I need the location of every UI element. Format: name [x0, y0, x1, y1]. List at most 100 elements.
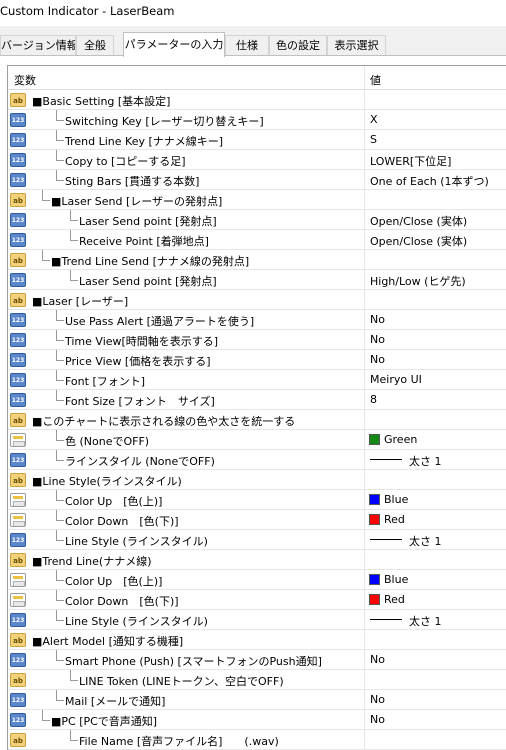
parameter-name-cell[interactable]: 123 Use Pass Alert [通過アラートを使う] [8, 310, 365, 330]
parameter-value-cell[interactable] [365, 190, 506, 210]
parameter-name-cell[interactable]: 123 ■PC [PCで音声通知] [8, 710, 365, 730]
parameter-row[interactable]: 123 Font [フォント] Meiryo UI [8, 370, 506, 390]
parameter-value-cell[interactable] [365, 90, 506, 110]
parameter-name-cell[interactable]: ab ■Laser [レーザー] [8, 290, 365, 310]
parameter-value-cell[interactable]: No [365, 650, 506, 670]
parameter-row[interactable]: 123 Switching Key [レーザー切り替えキー] X [8, 110, 506, 130]
tab-color-settings[interactable]: 色の設定 [269, 35, 327, 56]
parameter-value-cell[interactable]: Red [365, 590, 506, 610]
parameter-row[interactable]: 123 Laser Send point [発射点] Open/Close (実体) [8, 210, 506, 230]
parameter-name-cell[interactable]: 123 Sting Bars [貫通する本数] [8, 170, 365, 190]
parameter-value-cell[interactable]: Blue [365, 570, 506, 590]
parameter-name-cell[interactable]: 123 Mail [メールで通知] [8, 690, 365, 710]
parameter-name-cell[interactable]: 123 Smart Phone (Push) [スマートフォンのPush通知] [8, 650, 365, 670]
parameter-name-cell[interactable]: Color Up [色(上)] [8, 570, 365, 590]
color-swatch[interactable] [369, 594, 380, 605]
parameter-row[interactable]: ab ■Laser [レーザー] [8, 290, 506, 310]
parameter-row[interactable]: ab ■Basic Setting [基本設定] [8, 90, 506, 110]
parameter-value-cell[interactable]: No [365, 310, 506, 330]
tab-input-parameters[interactable]: パラメーターの入力 [123, 32, 225, 57]
parameter-name-cell[interactable]: ab File Name [音声ファイル名] (.wav) [8, 730, 365, 750]
parameter-row[interactable]: Color Up [色(上)] Blue [8, 490, 506, 510]
parameter-row[interactable]: 123 Laser Send point [発射点] High/Low (ヒゲ先) [8, 270, 506, 290]
parameter-name-cell[interactable]: ab ■Trend Line(ナナメ線) [8, 550, 365, 570]
parameter-name-cell[interactable]: 123 Receive Point [着弾地点] [8, 230, 365, 250]
parameter-name-cell[interactable]: 123 Line Style (ラインスタイル) [8, 530, 365, 550]
parameter-row[interactable]: 123 Mail [メールで通知] No [8, 690, 506, 710]
parameter-value-cell[interactable]: 太さ 1 [365, 530, 506, 550]
parameter-value-cell[interactable] [365, 410, 506, 430]
parameter-value-cell[interactable] [365, 250, 506, 270]
parameter-value-cell[interactable]: High/Low (ヒゲ先) [365, 270, 506, 290]
parameter-row[interactable]: 123 Line Style (ラインスタイル) 太さ 1 [8, 610, 506, 630]
parameter-value-cell[interactable]: X [365, 110, 506, 130]
parameter-row[interactable]: Color Down [色(下)] Red [8, 510, 506, 530]
parameter-name-cell[interactable]: ab ■Trend Line Send [ナナメ線の発射点] [8, 250, 365, 270]
parameter-value-cell[interactable] [365, 470, 506, 490]
parameter-value-cell[interactable]: No [365, 710, 506, 730]
parameter-value-cell[interactable] [365, 550, 506, 570]
parameter-row[interactable]: Color Down [色(下)] Red [8, 590, 506, 610]
parameter-row[interactable]: 123 Line Style (ラインスタイル) 太さ 1 [8, 530, 506, 550]
parameter-row[interactable]: 色 (NoneでOFF) Green [8, 430, 506, 450]
tab-general[interactable]: 全般 [76, 35, 114, 56]
parameter-row[interactable]: 123 ラインスタイル (NoneでOFF) 太さ 1 [8, 450, 506, 470]
color-swatch[interactable] [369, 434, 380, 445]
parameter-row[interactable]: 123 Price View [価格を表示する] No [8, 350, 506, 370]
parameter-row[interactable]: ab ■Laser Send [レーザーの発射点] [8, 190, 506, 210]
parameter-value-cell[interactable]: Red [365, 510, 506, 530]
parameter-value-cell[interactable]: No [365, 690, 506, 710]
parameter-row[interactable]: ab ■このチャートに表示される線の色や太さを統一する [8, 410, 506, 430]
tab-specification[interactable]: 仕様 [225, 35, 269, 56]
parameter-value-cell[interactable]: Open/Close (実体) [365, 210, 506, 230]
parameter-row[interactable]: 123 Time View[時間軸を表示する] No [8, 330, 506, 350]
parameter-name-cell[interactable]: 123 Font [フォント] [8, 370, 365, 390]
parameter-name-cell[interactable]: ab ■Alert Model [通知する機種] [8, 630, 365, 650]
parameter-name-cell[interactable]: ab ■このチャートに表示される線の色や太さを統一する [8, 410, 365, 430]
parameter-name-cell[interactable]: 123 Laser Send point [発射点] [8, 270, 365, 290]
parameter-row[interactable]: Color Up [色(上)] Blue [8, 570, 506, 590]
parameter-row[interactable]: ab ■Trend Line(ナナメ線) [8, 550, 506, 570]
parameter-row[interactable]: 123 Font Size [フォント サイズ] 8 [8, 390, 506, 410]
parameter-row[interactable]: 123 Sting Bars [貫通する本数] One of Each (1本ずつ) [8, 170, 506, 190]
parameter-value-cell[interactable] [365, 290, 506, 310]
parameter-row[interactable]: ab ■Line Style(ラインスタイル) [8, 470, 506, 490]
parameter-value-cell[interactable]: Blue [365, 490, 506, 510]
parameter-row[interactable]: 123 Use Pass Alert [通過アラートを使う] No [8, 310, 506, 330]
parameter-row[interactable]: ab ■Trend Line Send [ナナメ線の発射点] [8, 250, 506, 270]
parameter-row[interactable]: 123 Receive Point [着弾地点] Open/Close (実体) [8, 230, 506, 250]
parameter-value-cell[interactable]: 8 [365, 390, 506, 410]
tab-version-info[interactable]: バージョン情報 [0, 35, 76, 56]
parameter-name-cell[interactable]: Color Down [色(下)] [8, 510, 365, 530]
parameter-name-cell[interactable]: ab ■Line Style(ラインスタイル) [8, 470, 365, 490]
parameter-row[interactable]: 123 ■PC [PCで音声通知] No [8, 710, 506, 730]
parameter-value-cell[interactable]: 太さ 1 [365, 450, 506, 470]
parameter-value-cell[interactable]: S [365, 130, 506, 150]
parameter-value-cell[interactable]: No [365, 350, 506, 370]
parameter-name-cell[interactable]: ab ■Laser Send [レーザーの発射点] [8, 190, 365, 210]
parameter-row[interactable]: 123 Trend Line Key [ナナメ線キー] S [8, 130, 506, 150]
column-header-value[interactable]: 値 [365, 66, 506, 90]
parameter-value-cell[interactable]: 太さ 1 [365, 610, 506, 630]
parameter-name-cell[interactable]: 123 Copy to [コピーする足] [8, 150, 365, 170]
parameter-value-cell[interactable] [365, 730, 506, 750]
parameter-value-cell[interactable]: Green [365, 430, 506, 450]
parameter-row[interactable]: ab File Name [音声ファイル名] (.wav) [8, 730, 506, 750]
parameter-value-cell[interactable] [365, 630, 506, 650]
parameter-name-cell[interactable]: 123 Laser Send point [発射点] [8, 210, 365, 230]
parameter-row[interactable]: 123 Smart Phone (Push) [スマートフォンのPush通知] No [8, 650, 506, 670]
parameter-name-cell[interactable]: ab ■Basic Setting [基本設定] [8, 90, 365, 110]
parameter-value-cell[interactable]: No [365, 330, 506, 350]
color-swatch[interactable] [369, 574, 380, 585]
color-swatch[interactable] [369, 494, 380, 505]
parameter-row[interactable]: 123 Copy to [コピーする足] LOWER[下位足] [8, 150, 506, 170]
parameter-name-cell[interactable]: 123 Price View [価格を表示する] [8, 350, 365, 370]
parameter-row[interactable]: ab ■Alert Model [通知する機種] [8, 630, 506, 650]
parameter-name-cell[interactable]: 123 Time View[時間軸を表示する] [8, 330, 365, 350]
tab-display-selection[interactable]: 表示選択 [327, 35, 386, 56]
color-swatch[interactable] [369, 514, 380, 525]
column-header-variable[interactable]: 変数 [8, 66, 365, 90]
parameter-name-cell[interactable]: Color Down [色(下)] [8, 590, 365, 610]
parameter-value-cell[interactable]: Open/Close (実体) [365, 230, 506, 250]
parameter-name-cell[interactable]: 123 ラインスタイル (NoneでOFF) [8, 450, 365, 470]
